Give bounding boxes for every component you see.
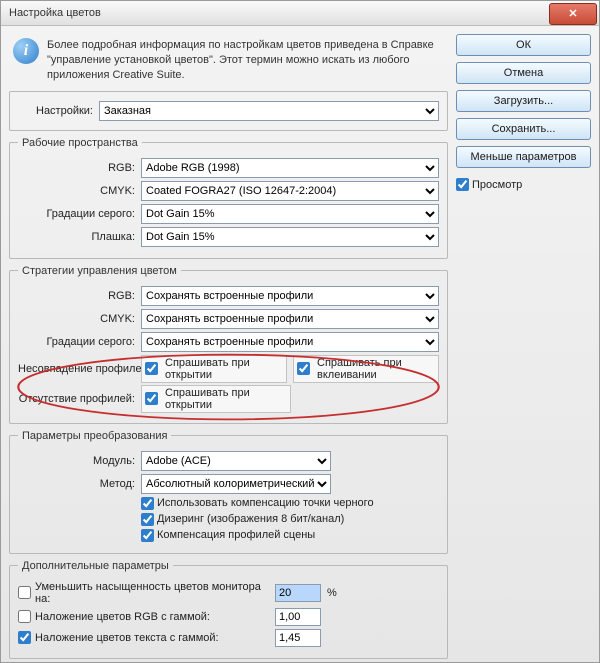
save-button[interactable]: Сохранить... <box>456 118 591 140</box>
engine-label: Модуль: <box>18 455 141 467</box>
color-settings-dialog: Настройка цветов ✕ i Более подробная инф… <box>0 0 600 663</box>
pol-cmyk-label: CMYK: <box>18 313 141 325</box>
close-icon: ✕ <box>568 9 577 20</box>
settings-group: Настройки: Заказная <box>9 91 448 131</box>
pol-cmyk-dropdown[interactable]: Сохранять встроенные профили <box>141 309 439 329</box>
fewer-options-button[interactable]: Меньше параметров <box>456 146 591 168</box>
conversion-legend: Параметры преобразования <box>18 430 171 442</box>
button-column: ОК Отмена Загрузить... Сохранить... Мень… <box>456 34 591 191</box>
preview-label: Просмотр <box>472 179 522 191</box>
blend-rgb-checkbox[interactable] <box>18 610 31 623</box>
pol-gray-label: Градации серого: <box>18 336 141 348</box>
intent-dropdown[interactable]: Абсолютный колориметрический <box>141 474 331 494</box>
conversion-group: Параметры преобразования Модуль: Adobe (… <box>9 430 448 554</box>
blend-rgb-input[interactable] <box>275 608 321 626</box>
ws-cmyk-label: CMYK: <box>18 185 141 197</box>
mismatch-open-checkbox[interactable] <box>145 362 158 375</box>
titlebar: Настройка цветов ✕ <box>1 1 599 26</box>
bpc-label: Использовать компенсацию точки черного <box>157 497 374 509</box>
scene-checkbox[interactable] <box>141 529 154 542</box>
mismatch-open-label: Спрашивать при открытии <box>165 357 283 381</box>
preview-checkbox[interactable] <box>456 178 469 191</box>
pol-rgb-dropdown[interactable]: Сохранять встроенные профили <box>141 286 439 306</box>
working-spaces-group: Рабочие пространства RGB: Adobe RGB (199… <box>9 137 448 259</box>
load-button[interactable]: Загрузить... <box>456 90 591 112</box>
pol-gray-dropdown[interactable]: Сохранять встроенные профили <box>141 332 439 352</box>
pol-rgb-label: RGB: <box>18 290 141 302</box>
mismatch-paste-label: Спрашивать при вклеивании <box>317 357 435 381</box>
mismatch-label: Несовпадение профилей: <box>18 363 141 375</box>
highlighted-region: Несовпадение профилей: Спрашивать при от… <box>18 355 439 413</box>
blend-rgb-label: Наложение цветов RGB с гаммой: <box>35 611 275 623</box>
bpc-checkbox[interactable] <box>141 497 154 510</box>
dither-checkbox[interactable] <box>141 513 154 526</box>
info-banner: i Более подробная информация по настройк… <box>9 34 448 91</box>
mismatch-paste-checkbox[interactable] <box>297 362 310 375</box>
policies-legend: Стратегии управления цветом <box>18 265 181 277</box>
ws-spot-label: Плашка: <box>18 231 141 243</box>
blend-text-label: Наложение цветов текста с гаммой: <box>35 632 275 644</box>
advanced-legend: Дополнительные параметры <box>18 560 173 572</box>
cancel-button[interactable]: Отмена <box>456 62 591 84</box>
missing-label: Отсутствие профилей: <box>18 393 141 405</box>
scene-label: Компенсация профилей сцены <box>157 529 315 541</box>
desat-label: Уменьшить насыщенность цветов монитора н… <box>35 581 275 605</box>
working-spaces-legend: Рабочие пространства <box>18 137 142 149</box>
policies-group: Стратегии управления цветом RGB: Сохраня… <box>9 265 448 424</box>
settings-label: Настройки: <box>18 105 99 117</box>
settings-dropdown[interactable]: Заказная <box>99 101 439 121</box>
info-icon: i <box>13 38 39 64</box>
ws-spot-dropdown[interactable]: Dot Gain 15% <box>141 227 439 247</box>
close-button[interactable]: ✕ <box>549 3 597 25</box>
desat-percent: % <box>327 587 337 599</box>
ws-gray-label: Градации серого: <box>18 208 141 220</box>
desat-input[interactable] <box>275 584 321 602</box>
ok-button[interactable]: ОК <box>456 34 591 56</box>
info-text: Более подробная информация по настройкам… <box>47 38 444 83</box>
desat-checkbox[interactable] <box>18 586 31 599</box>
ws-gray-dropdown[interactable]: Dot Gain 15% <box>141 204 439 224</box>
missing-open-checkbox[interactable] <box>145 392 158 405</box>
missing-open-label: Спрашивать при открытии <box>165 387 287 411</box>
ws-rgb-label: RGB: <box>18 162 141 174</box>
blend-text-input[interactable] <box>275 629 321 647</box>
ws-cmyk-dropdown[interactable]: Coated FOGRA27 (ISO 12647-2:2004) <box>141 181 439 201</box>
window-title: Настройка цветов <box>9 7 101 19</box>
advanced-group: Дополнительные параметры Уменьшить насыщ… <box>9 560 448 659</box>
engine-dropdown[interactable]: Adobe (ACE) <box>141 451 331 471</box>
blend-text-checkbox[interactable] <box>18 631 31 644</box>
intent-label: Метод: <box>18 478 141 490</box>
dither-label: Дизеринг (изображения 8 бит/канал) <box>157 513 344 525</box>
ws-rgb-dropdown[interactable]: Adobe RGB (1998) <box>141 158 439 178</box>
